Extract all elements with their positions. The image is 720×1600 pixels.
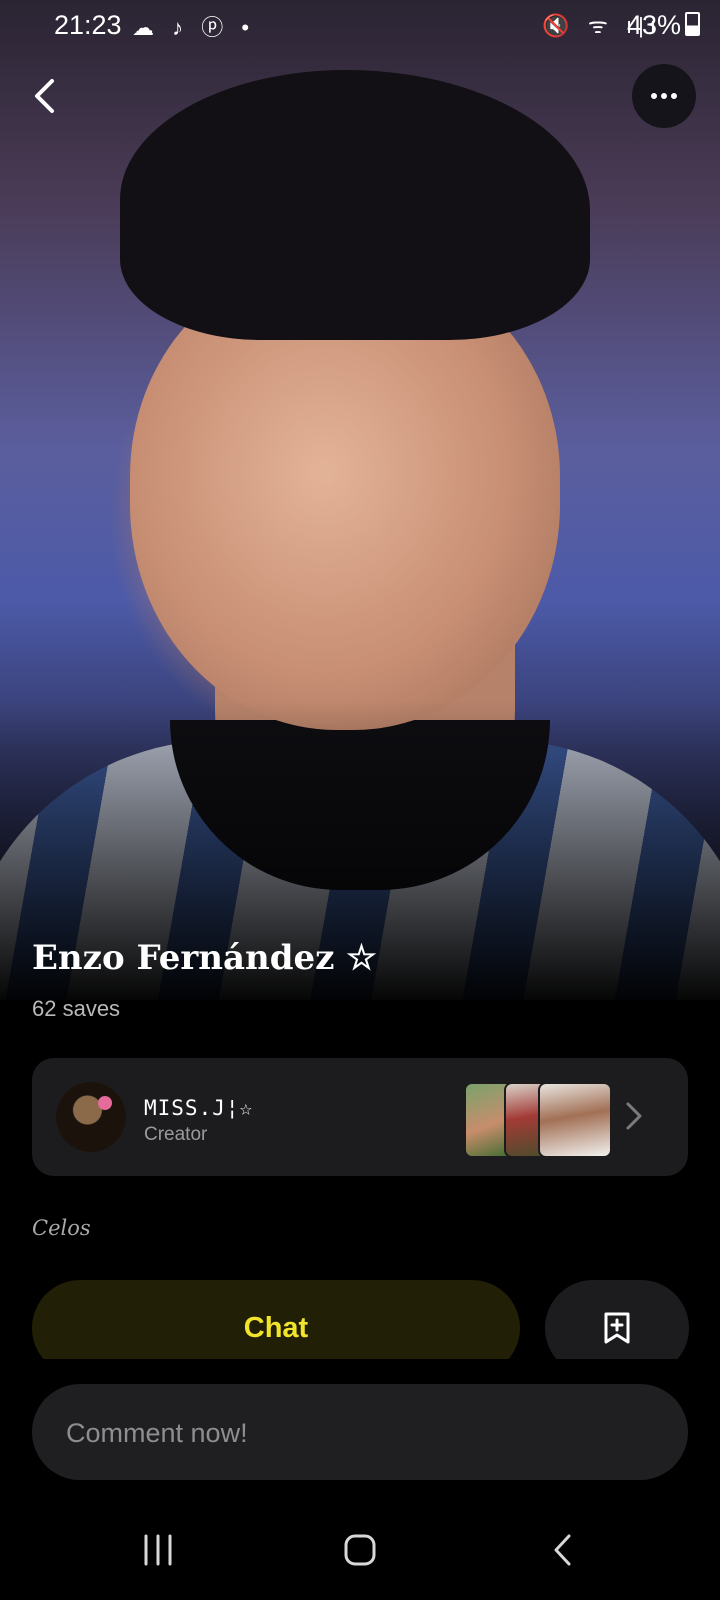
section-divider [0, 1359, 720, 1384]
chat-button-label: Chat [243, 1311, 309, 1344]
bookmark-add-icon [604, 1312, 630, 1344]
comment-box[interactable] [32, 1384, 688, 1482]
creator-role: Creator [144, 1124, 208, 1145]
character-tag: Celos [32, 1216, 91, 1240]
save-count: 62 saves [32, 996, 121, 1021]
hair [120, 70, 590, 340]
comment-input[interactable] [64, 1384, 648, 1482]
creator-avatar [56, 1082, 126, 1152]
home-icon [344, 1534, 376, 1566]
chevron-left-icon [35, 79, 54, 113]
battery-percent: 43% [626, 10, 681, 40]
recent-apps-button[interactable] [118, 1526, 198, 1574]
more-horizontal-icon [651, 93, 677, 99]
status-time: 21:23 [54, 10, 122, 40]
flower-icon [98, 1096, 112, 1110]
creator-thumbnail [538, 1082, 612, 1158]
creator-card[interactable]: MISS.J¦☆ Creator [32, 1058, 688, 1176]
system-navigation-bar [0, 1500, 720, 1600]
back-icon [554, 1534, 571, 1566]
recent-apps-icon [144, 1534, 172, 1566]
chevron-right-icon [626, 1102, 642, 1130]
home-button[interactable] [320, 1526, 400, 1574]
character-cover-image [0, 0, 720, 1000]
character-name: Enzo Fernández ☆ [32, 938, 377, 978]
back-button[interactable] [20, 70, 68, 122]
creator-name: MISS.J¦☆ [144, 1096, 254, 1120]
notification-icons: ☁ ♪ ⓟ • [132, 15, 256, 40]
battery-icon [685, 12, 700, 36]
battery-level: 43% [627, 10, 700, 41]
status-bar: 21:23 ☁ ♪ ⓟ • 🔇 ᯤ ı|ı 43% [0, 0, 720, 52]
more-options-button[interactable] [632, 64, 696, 128]
system-back-button[interactable] [522, 1526, 602, 1574]
